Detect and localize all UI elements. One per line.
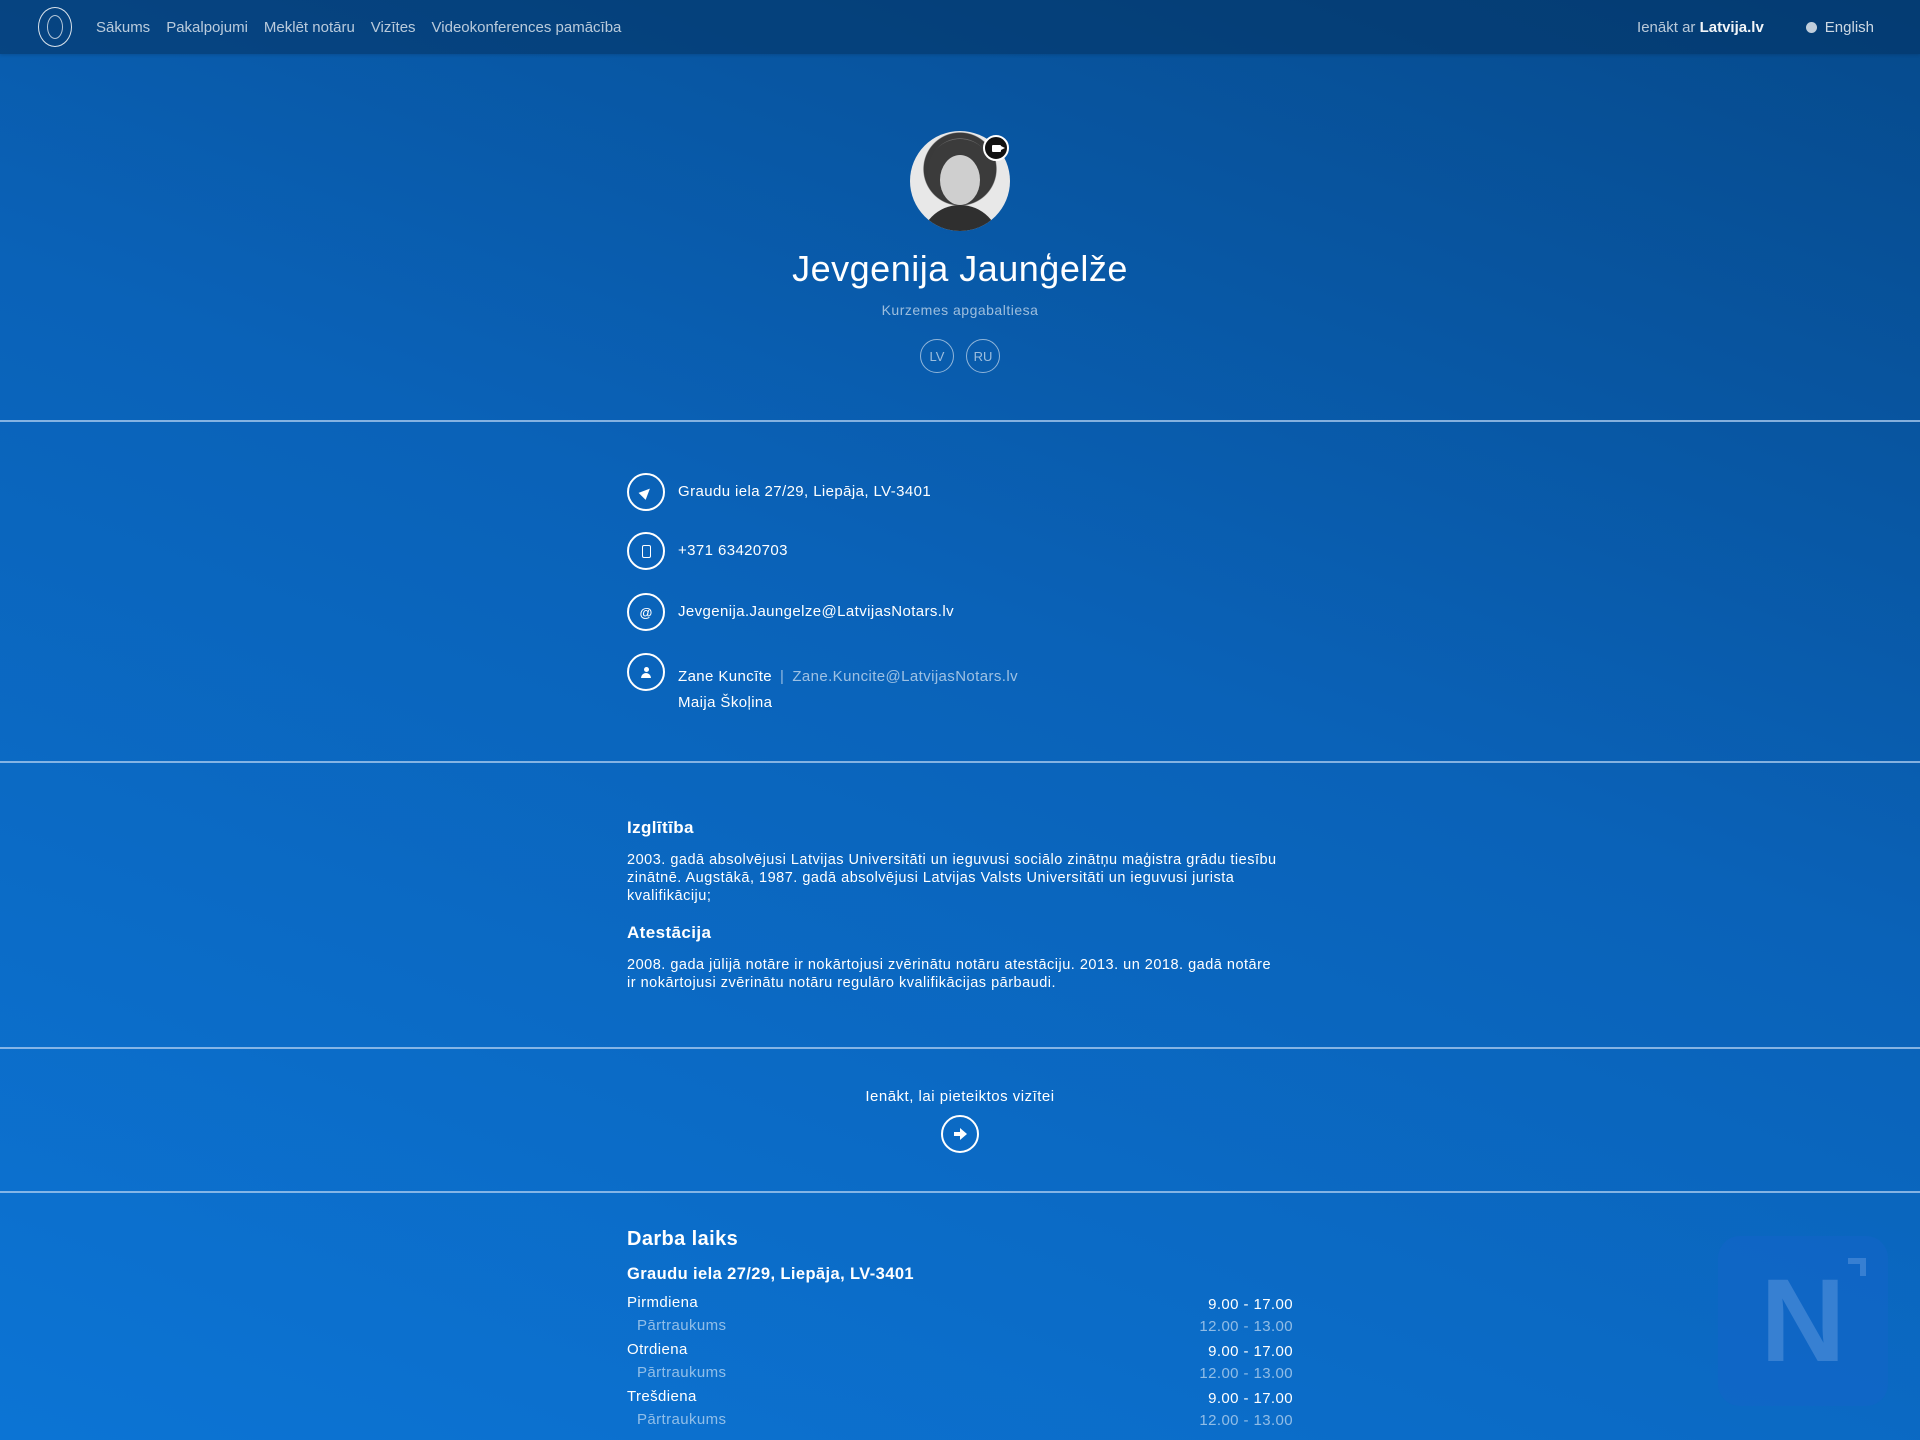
nav-links: Sākums Pakalpojumi Meklēt notāru Vizītes… — [96, 19, 637, 36]
assistant-separator: | — [780, 668, 785, 685]
visit-login-label[interactable]: Ienākt, lai pieteiktos vizītei — [0, 1088, 1920, 1105]
watermark-letter: N — [1760, 1255, 1846, 1387]
hours-row: Otrdiena 9.00 - 17.00 Pārtraukums 12.00 … — [627, 1341, 1293, 1388]
attestation-text: 2008. gada jūlijā notāre ir nokārtojusi … — [627, 957, 1272, 991]
globe-icon — [1805, 21, 1817, 33]
hours-row: Trešdiena 9.00 - 17.00 Pārtraukums 12.00… — [627, 1388, 1293, 1435]
day-time: 9.00 - 17.00 — [1208, 1296, 1293, 1313]
working-hours-address: Graudu iela 27/29, Liepāja, LV-3401 — [627, 1265, 914, 1283]
mobile-phone-icon — [627, 532, 665, 570]
phone-text[interactable]: +371 63420703 — [678, 532, 788, 570]
assistant-name: Maija Škoļina — [678, 694, 773, 711]
assistant-email[interactable]: Zane.Kuncite@LatvijasNotars.lv — [792, 668, 1018, 685]
contact-assistants: Zane Kuncīte | Zane.Kuncite@LatvijasNotars… — [627, 653, 1018, 716]
video-camera-icon — [983, 135, 1009, 161]
nav-link-services[interactable]: Pakalpojumi — [166, 19, 248, 36]
education-text: 2003. gadā absolvējusi Latvijas Universi… — [627, 852, 1277, 904]
language-badge-ru: RU — [966, 339, 1000, 373]
break-time: 12.00 - 13.00 — [1199, 1318, 1293, 1335]
attestation-heading: Atestācija — [627, 923, 712, 942]
break-label: Pārtraukums — [637, 1317, 727, 1334]
assistant-list: Zane Kuncīte | Zane.Kuncite@LatvijasNotars… — [678, 653, 1018, 716]
language-switch[interactable]: English — [1805, 18, 1874, 36]
contact-address: Graudu iela 27/29, Liepāja, LV-3401 — [627, 473, 931, 511]
break-label: Pārtraukums — [637, 1364, 727, 1381]
divider-profile — [0, 420, 1920, 422]
avatar-body — [920, 205, 1000, 231]
profile-court: Kurzemes apgabaltiesa — [881, 302, 1039, 318]
login-prefix: Ienākt ar — [1637, 18, 1696, 36]
mobile-phone-shape — [641, 544, 651, 558]
divider-visit — [0, 1191, 1920, 1193]
assistant-row: Zane Kuncīte | Zane.Kuncite@LatvijasNotars… — [678, 664, 1018, 690]
nav-link-home[interactable]: Sākums — [96, 19, 150, 36]
login-link[interactable]: Ienākt ar Latvija.lv — [1637, 19, 1764, 36]
language-badges: LV RU — [0, 339, 1920, 373]
day-time: 9.00 - 17.00 — [1208, 1390, 1293, 1407]
bio-section: Izglītība 2003. gadā absolvējusi Latvija… — [627, 818, 1277, 992]
arrow-right-icon — [953, 1128, 967, 1140]
location-arrow-icon — [627, 473, 665, 511]
day-name: Trešdiena — [627, 1388, 697, 1405]
working-hours-title: Darba laiks — [627, 1228, 739, 1250]
language-badge-lv: LV — [920, 339, 954, 373]
education-heading: Izglītība — [627, 818, 694, 837]
nav-link-visits[interactable]: Vizītes — [371, 19, 416, 36]
day-time: 9.00 - 17.00 — [1208, 1343, 1293, 1360]
video-camera-shape — [991, 144, 1005, 152]
login-brand: Latvija.lv — [1699, 18, 1764, 36]
assistant-row: Maija Škoļina — [678, 690, 1018, 716]
assistant-name: Zane Kuncīte — [678, 668, 773, 685]
hours-row: Pirmdiena 9.00 - 17.00 Pārtraukums 12.00… — [627, 1294, 1293, 1341]
user-shape — [641, 666, 651, 678]
day-name: Otrdiena — [627, 1341, 688, 1358]
divider-bio — [0, 1047, 1920, 1049]
profile-name: Jevgenija Jaunģelže — [792, 248, 1128, 289]
location-arrow-shape — [638, 484, 654, 500]
email-text[interactable]: Jevgenija.Jaungelze@LatvijasNotars.lv — [678, 593, 954, 631]
at-sign-icon: @ — [627, 593, 665, 631]
contact-email[interactable]: @ Jevgenija.Jaungelze@LatvijasNotars.lv — [627, 593, 954, 631]
avatar-face — [940, 155, 980, 205]
contact-phone[interactable]: +371 63420703 — [627, 532, 788, 570]
working-hours-section: Darba laiks Graudu iela 27/29, Liepāja, … — [627, 1228, 1293, 1435]
logo-inner-shape — [47, 15, 63, 39]
nav-right: Ienākt ar Latvija.lv English — [1637, 0, 1874, 54]
day-name: Pirmdiena — [627, 1294, 699, 1311]
break-label: Pārtraukums — [637, 1411, 727, 1428]
nav-link-find-notary[interactable]: Meklēt notāru — [264, 19, 355, 36]
divider-contacts — [0, 761, 1920, 763]
address-text: Graudu iela 27/29, Liepāja, LV-3401 — [678, 483, 932, 500]
top-navbar: Sākums Pakalpojumi Meklēt notāru Vizītes… — [0, 0, 1920, 54]
watermark-logo: N — [1718, 1236, 1888, 1406]
break-time: 12.00 - 13.00 — [1199, 1412, 1293, 1429]
profile-section: Jevgenija Jaunģelže Kurzemes apgabalties… — [0, 54, 1920, 421]
language-label: English — [1824, 18, 1874, 36]
coat-of-arms-icon[interactable] — [38, 7, 72, 47]
break-time: 12.00 - 13.00 — [1199, 1365, 1293, 1382]
watermark-corner-mark — [1848, 1258, 1866, 1276]
visit-login-button[interactable] — [941, 1115, 979, 1153]
nav-link-video-guide[interactable]: Videokonferences pamācība — [432, 19, 622, 36]
user-icon — [627, 653, 665, 691]
